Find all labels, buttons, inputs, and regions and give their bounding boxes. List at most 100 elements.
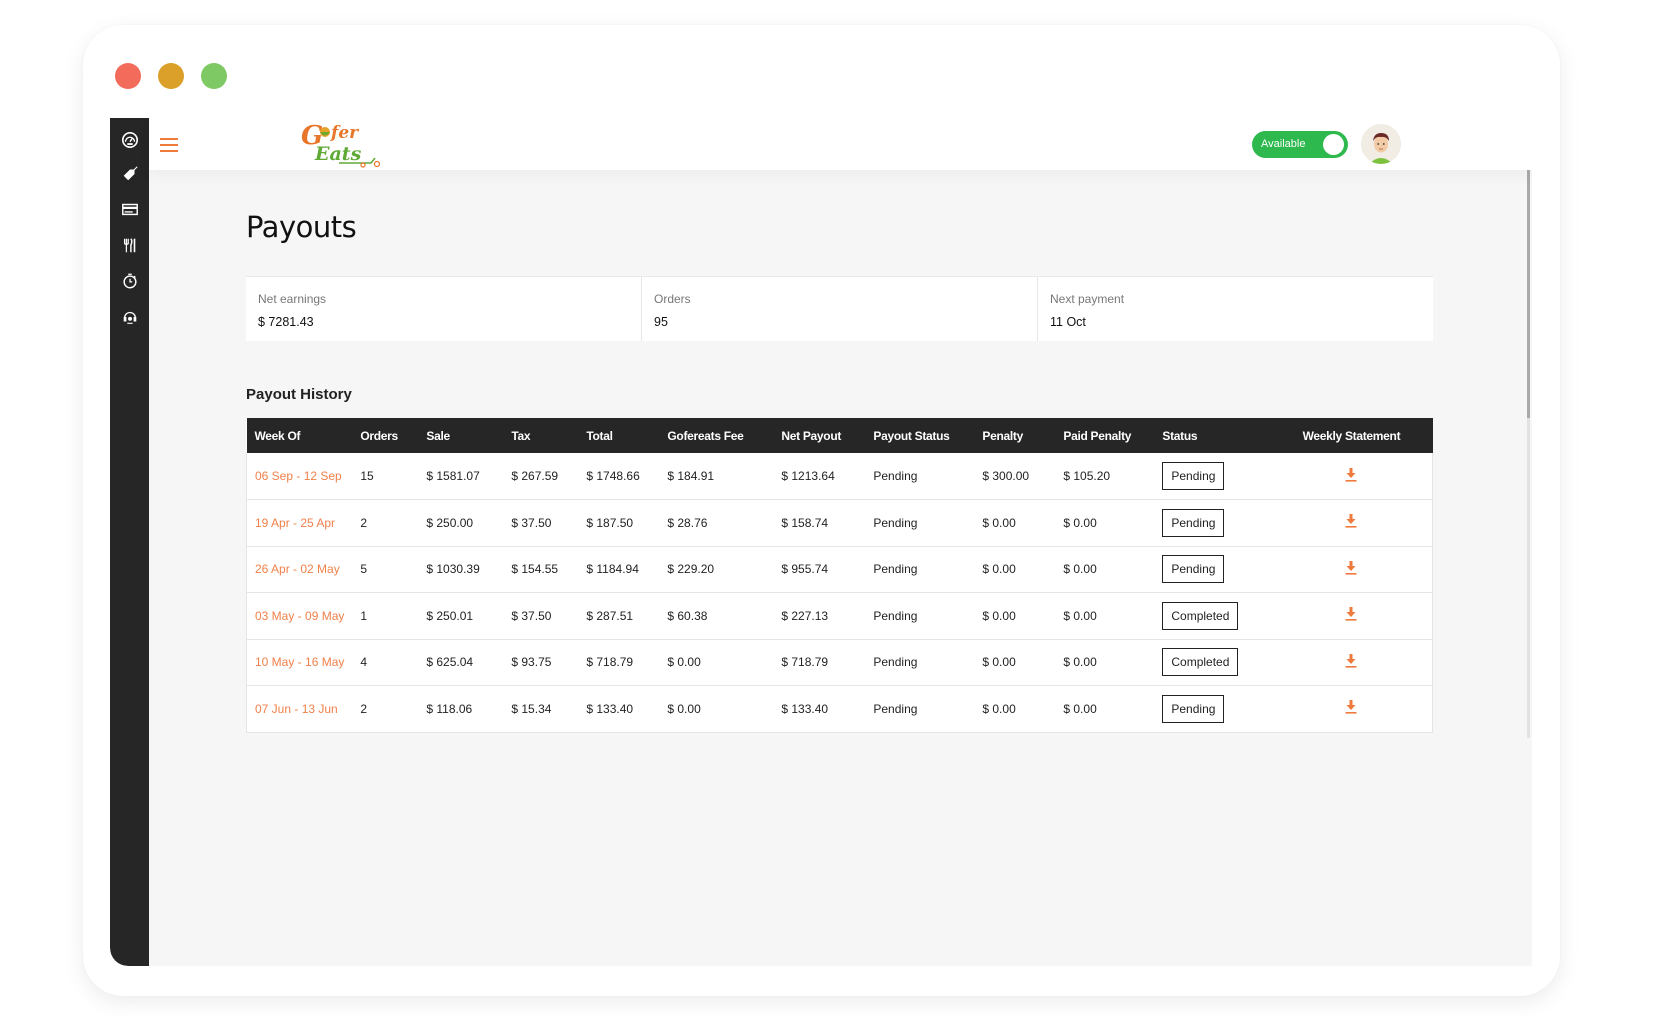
maximize-window-button[interactable] <box>201 63 227 89</box>
paid-penalty-cell: $ 0.00 <box>1063 701 1097 716</box>
payout-status-cell: Pending <box>873 701 918 716</box>
penalty-cell: $ 0.00 <box>982 608 1016 623</box>
svg-text:fer: fer <box>330 123 359 143</box>
menu-toggle-button[interactable] <box>160 138 178 152</box>
sale-cell: $ 250.01 <box>426 608 474 623</box>
status-badge[interactable]: Completed <box>1162 648 1239 677</box>
column-header-gofereats-fee: Gofereats Fee <box>667 428 744 443</box>
sidebar-item-preparation-time[interactable] <box>119 270 140 291</box>
column-header-tax: Tax <box>511 428 531 443</box>
table-row: 26 Apr - 02 May 5 $ 1030.39 $ 154.55 $ 1… <box>246 546 1434 593</box>
orders-cell: 5 <box>360 562 368 577</box>
sale-cell: $ 250.00 <box>426 515 474 530</box>
status-badge[interactable]: Completed <box>1162 601 1239 630</box>
card-label: Orders <box>654 292 691 306</box>
paid-penalty-cell: $ 105.20 <box>1063 469 1111 483</box>
credit-card-icon <box>121 203 138 215</box>
net-payout-cell: $ 955.74 <box>781 562 829 577</box>
fee-cell: $ 28.76 <box>667 515 708 530</box>
stopwatch-icon <box>122 273 137 288</box>
summary-card-net-earnings: Net earnings $ 7281.43 <box>246 277 642 341</box>
toggle-knob <box>1323 134 1344 155</box>
net-payout-cell: $ 718.79 <box>781 655 829 670</box>
total-cell: $ 1748.66 <box>586 469 640 483</box>
penalty-cell: $ 0.00 <box>982 562 1016 577</box>
net-payout-cell: $ 227.13 <box>781 608 829 623</box>
sidebar-item-dashboard[interactable] <box>119 129 140 150</box>
tax-cell: $ 37.50 <box>511 515 552 530</box>
total-cell: $ 133.40 <box>586 701 634 716</box>
page-title: Payouts <box>246 210 357 244</box>
sale-cell: $ 1581.07 <box>426 469 480 483</box>
week-of-link[interactable]: 26 Apr - 02 May <box>246 546 353 593</box>
week-of-link[interactable]: 19 Apr - 25 Apr <box>246 499 353 546</box>
hamburger-line <box>160 144 178 146</box>
net-payout-cell: $ 133.40 <box>781 701 829 716</box>
table-row: 06 Sep - 12 Sep 15 $ 1581.07 $ 267.59 $ … <box>246 453 1434 500</box>
status-cell: Pending <box>1154 546 1270 593</box>
fee-cell: $ 184.91 <box>667 469 715 483</box>
column-header-week-of: Week Of <box>254 428 301 443</box>
card-value: 11 Oct <box>1050 315 1086 329</box>
sale-cell: $ 118.06 <box>426 701 473 716</box>
table-row: 07 Jun - 13 Jun 2 $ 118.06 $ 15.34 $ 133… <box>246 685 1434 732</box>
card-value: $ 7281.43 <box>258 315 314 329</box>
net-payout-cell: $ 1213.64 <box>781 469 835 483</box>
paid-penalty-cell: $ 0.00 <box>1063 655 1097 670</box>
orders-cell: 1 <box>360 608 368 623</box>
net-payout-cell: $ 158.74 <box>781 515 829 530</box>
payout-history-table: Week Of Orders Sale Tax Total Gofereats … <box>246 418 1434 733</box>
sidebar-item-menu[interactable] <box>119 234 140 255</box>
scrollbar-track[interactable] <box>1527 418 1530 738</box>
download-icon[interactable] <box>1345 514 1357 528</box>
total-cell: $ 718.79 <box>586 655 634 670</box>
user-avatar[interactable] <box>1361 124 1401 164</box>
gofer-eats-logo[interactable]: G fer Eats <box>299 118 389 170</box>
orders-cell: 15 <box>360 469 374 483</box>
sidebar-item-support[interactable] <box>119 306 140 327</box>
orders-cell: 2 <box>360 515 368 530</box>
download-icon[interactable] <box>1345 560 1357 575</box>
column-header-penalty: Penalty <box>982 428 1023 443</box>
sidebar-item-offers[interactable] <box>119 163 140 184</box>
sidebar-item-payouts[interactable] <box>119 198 140 219</box>
week-of-link[interactable]: 07 Jun - 13 Jun <box>246 685 353 732</box>
table-row: 19 Apr - 25 Apr 2 $ 250.00 $ 37.50 $ 187… <box>246 499 1434 547</box>
download-icon[interactable] <box>1345 653 1357 668</box>
status-badge[interactable]: Pending <box>1162 694 1225 723</box>
paid-penalty-cell: $ 0.00 <box>1063 608 1097 623</box>
status-badge[interactable]: Pending <box>1162 508 1225 537</box>
summary-cards: Net earnings $ 7281.43 Orders 95 Next pa… <box>246 276 1433 341</box>
sale-cell: $ 1030.39 <box>426 562 480 577</box>
week-of-link[interactable]: 03 May - 09 May <box>246 592 353 639</box>
tax-cell: $ 154.55 <box>511 562 559 577</box>
week-of-link[interactable]: 06 Sep - 12 Sep <box>246 453 353 500</box>
tag-icon <box>123 165 138 180</box>
table-row: 03 May - 09 May 1 $ 250.01 $ 37.50 $ 287… <box>246 592 1434 639</box>
status-cell: Pending <box>1154 500 1270 547</box>
status-badge[interactable]: Pending <box>1162 555 1225 584</box>
column-header-sale: Sale <box>426 428 450 443</box>
sidebar <box>110 118 149 966</box>
download-icon[interactable] <box>1345 467 1357 482</box>
weekly-statement-cell <box>1270 639 1434 686</box>
weekly-statement-cell <box>1270 685 1434 732</box>
payout-status-cell: Pending <box>873 608 918 623</box>
sale-cell: $ 625.04 <box>426 655 474 670</box>
availability-toggle[interactable]: Available <box>1252 131 1348 158</box>
column-header-total: Total <box>586 428 613 443</box>
minimize-window-button[interactable] <box>158 63 184 89</box>
availability-label: Available <box>1261 138 1306 150</box>
download-icon[interactable] <box>1345 700 1357 714</box>
penalty-cell: $ 300.00 <box>982 469 1030 483</box>
download-icon[interactable] <box>1345 607 1357 621</box>
week-of-link[interactable]: 10 May - 16 May <box>246 639 353 686</box>
penalty-cell: $ 0.00 <box>982 515 1016 530</box>
card-value: 95 <box>654 315 668 329</box>
close-window-button[interactable] <box>115 63 141 89</box>
svg-text:Eats: Eats <box>314 143 362 165</box>
tax-cell: $ 93.75 <box>511 655 552 670</box>
fee-cell: $ 0.00 <box>667 701 701 716</box>
column-header-status: Status <box>1162 428 1198 443</box>
status-badge[interactable]: Pending <box>1162 462 1225 490</box>
